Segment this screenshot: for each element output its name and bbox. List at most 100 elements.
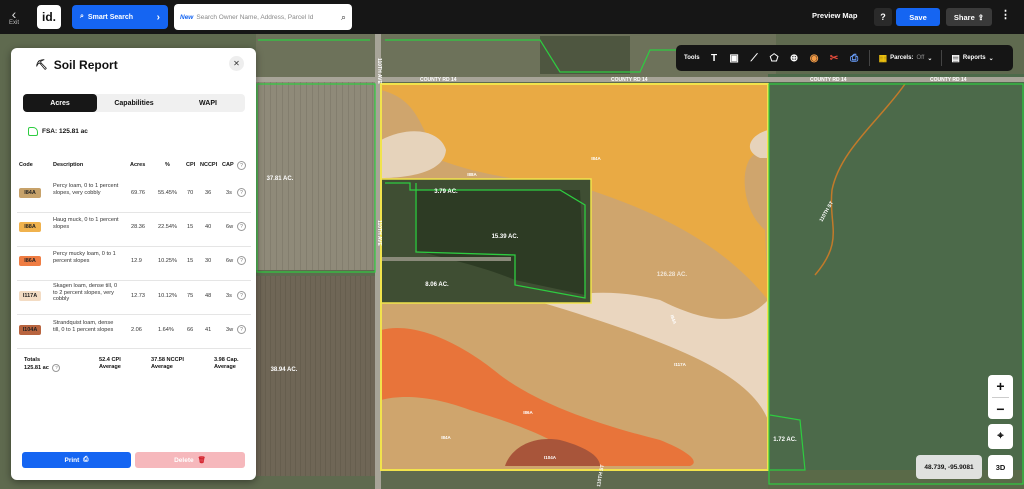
soil-percent: 55.45% — [158, 190, 177, 196]
header-nccpi: NCCPI — [200, 162, 218, 168]
map-tools-bar: Tools T ▣ ⟋ ⬠ ⊕ ◉ ✂ ⎙ ▦ Parcels: Off ⌄ ▤… — [676, 45, 1013, 71]
soil-cpi: 15 — [187, 224, 194, 230]
parcel-acres-label: 8.06 AC. — [425, 282, 449, 288]
totals-cpi-caption: Average — [99, 364, 121, 370]
close-icon[interactable]: ✕ — [229, 56, 244, 71]
label-tool-icon[interactable]: ▣ — [729, 53, 740, 64]
zoom-out-button[interactable]: − — [988, 398, 1013, 420]
soil-percent: 10.25% — [158, 258, 177, 264]
soil-cpi: 15 — [187, 258, 194, 264]
soil-cap: 3s — [226, 190, 232, 196]
soil-description: Haug muck, 0 to 1 percent slopes — [53, 217, 119, 230]
trash-icon: 🗑 — [197, 457, 206, 464]
field-left-lower — [256, 276, 376, 476]
totals-cpi: 52.4 CPI Average — [99, 357, 121, 371]
soil-row[interactable]: I88A Haug muck, 0 to 1 percent slopes 28… — [17, 213, 251, 243]
soil-cap: 6w — [226, 258, 234, 264]
delete-button[interactable]: Delete 🗑 — [135, 452, 245, 468]
soil-acres: 28.36 — [131, 224, 145, 230]
soil-row[interactable]: I104A Strandquist loam, dense till, 0 to… — [17, 316, 251, 346]
tab-capabilities[interactable]: Capabilities — [97, 94, 171, 112]
road-label: 110TH AVE — [376, 220, 382, 247]
chevron-down-icon: ⌄ — [927, 55, 933, 62]
totals-cap-value: 3.98 Cap. — [214, 357, 239, 363]
top-bar: ‹ Exit id. ⌕ Smart Search › New Search O… — [0, 0, 1024, 34]
panel-title-text: Soil Report — [53, 58, 118, 72]
totals-nccpi-value: 37.58 NCCPI — [151, 357, 184, 363]
draw-line-icon[interactable]: ⟋ — [749, 53, 760, 64]
field-east-bottom — [768, 470, 1024, 489]
zoom-in-button[interactable]: + — [988, 375, 1013, 397]
exit-button[interactable]: ‹ Exit — [0, 0, 28, 34]
soil-row[interactable]: I84A Percy loam, 0 to 1 percent slopes, … — [17, 179, 251, 209]
road-label: COUNTY RD 14 — [810, 77, 847, 83]
chevron-left-icon: ‹ — [11, 6, 17, 22]
soil-description: Skagen loam, dense till, 0 to 2 percent … — [53, 283, 118, 302]
preview-map-button[interactable]: Preview Map — [812, 11, 857, 20]
toggle-3d-button[interactable]: 3D — [988, 455, 1013, 479]
info-circle-icon[interactable]: ? — [52, 364, 61, 372]
soil-code-badge: I84A — [19, 188, 41, 198]
printer-icon[interactable]: ⎙ — [849, 53, 860, 64]
reports-icon: ▤ — [951, 52, 960, 63]
panel-title: ⛏ Soil Report — [35, 58, 118, 72]
header-description: Description — [53, 162, 84, 168]
more-options-icon[interactable]: ⋮ — [1000, 8, 1011, 21]
header-cap: CAP — [222, 162, 234, 168]
parcel-acres-label: 3.79 AC. — [434, 189, 458, 195]
search-icon[interactable]: ⌕ — [341, 12, 346, 23]
search-placeholder: Search Owner Name, Address, Parcel Id — [196, 13, 314, 21]
help-circle-icon[interactable]: ? — [237, 291, 246, 300]
soil-cap: 6w — [226, 224, 234, 230]
soil-code-label: I104A — [544, 455, 557, 460]
soil-code-label: I84A — [591, 156, 601, 161]
help-button[interactable]: ? — [874, 8, 892, 26]
report-tabs: Acres Capabilities WAPI — [23, 94, 245, 112]
road-label: COUNTY RD 14 — [930, 77, 967, 83]
tab-acres[interactable]: Acres — [23, 94, 97, 112]
help-circle-icon[interactable]: ? — [237, 325, 246, 334]
parcels-toggle[interactable]: ▦ Parcels: Off ⌄ — [879, 53, 933, 64]
delete-label: Delete — [174, 456, 194, 464]
soil-code-label: I84A — [441, 435, 451, 440]
help-circle-icon[interactable]: ? — [237, 161, 246, 170]
scissors-icon[interactable]: ✂ — [829, 53, 840, 64]
toolbar-divider — [868, 50, 870, 66]
soil-code-badge: I117A — [19, 291, 41, 301]
save-button[interactable]: Save — [896, 8, 940, 26]
parcels-icon: ▦ — [878, 52, 888, 63]
soil-code-label: I88A — [467, 172, 477, 177]
recenter-icon[interactable]: ⌖ — [988, 424, 1013, 449]
reports-label: Reports — [962, 55, 986, 61]
soil-row[interactable]: I86A Percy mucky loam, 0 to 1 percent sl… — [17, 247, 251, 277]
row-divider — [17, 314, 251, 315]
text-tool-icon[interactable]: T — [709, 53, 720, 64]
tab-wapi[interactable]: WAPI — [171, 94, 245, 112]
field-east — [768, 74, 1024, 489]
reports-dropdown[interactable]: ▤ Reports ⌄ — [951, 53, 993, 64]
soil-nccpi: 40 — [205, 224, 212, 230]
totals-label: Totals — [24, 357, 41, 363]
parcel-acres-label: 126.28 AC. — [657, 272, 687, 278]
app-logo[interactable]: id. — [37, 5, 61, 29]
search-input[interactable]: New Search Owner Name, Address, Parcel I… — [174, 4, 352, 30]
soil-row[interactable]: I117A Skagen loam, dense till, 0 to 2 pe… — [17, 282, 251, 312]
smart-search-button[interactable]: ⌕ Smart Search › — [72, 5, 168, 29]
parcel-acres-label: 38.94 AC. — [271, 367, 298, 373]
polygon-tool-icon[interactable]: ⬠ — [769, 53, 780, 64]
totals-cap: 3.98 Cap. Average — [214, 357, 239, 371]
add-layer-icon[interactable]: ⊕ — [789, 53, 800, 64]
soil-cpi: 70 — [187, 190, 194, 196]
chevron-down-icon: ⌄ — [988, 55, 994, 62]
parcels-label: Parcels: — [890, 55, 914, 61]
parcel-acres-label: 37.81 AC. — [267, 176, 294, 182]
help-circle-icon[interactable]: ? — [237, 256, 246, 265]
parcel-acres-label: 15.39 AC. — [492, 234, 519, 240]
buffer-tool-icon[interactable]: ◉ — [809, 53, 820, 64]
help-circle-icon[interactable]: ? — [237, 188, 246, 197]
share-button[interactable]: Share ⇪ — [946, 8, 992, 26]
help-circle-icon[interactable]: ? — [237, 222, 246, 231]
print-button[interactable]: Print ⎙ — [22, 452, 131, 468]
soil-code-label: I117A — [674, 362, 687, 367]
exit-label: Exit — [8, 20, 19, 26]
